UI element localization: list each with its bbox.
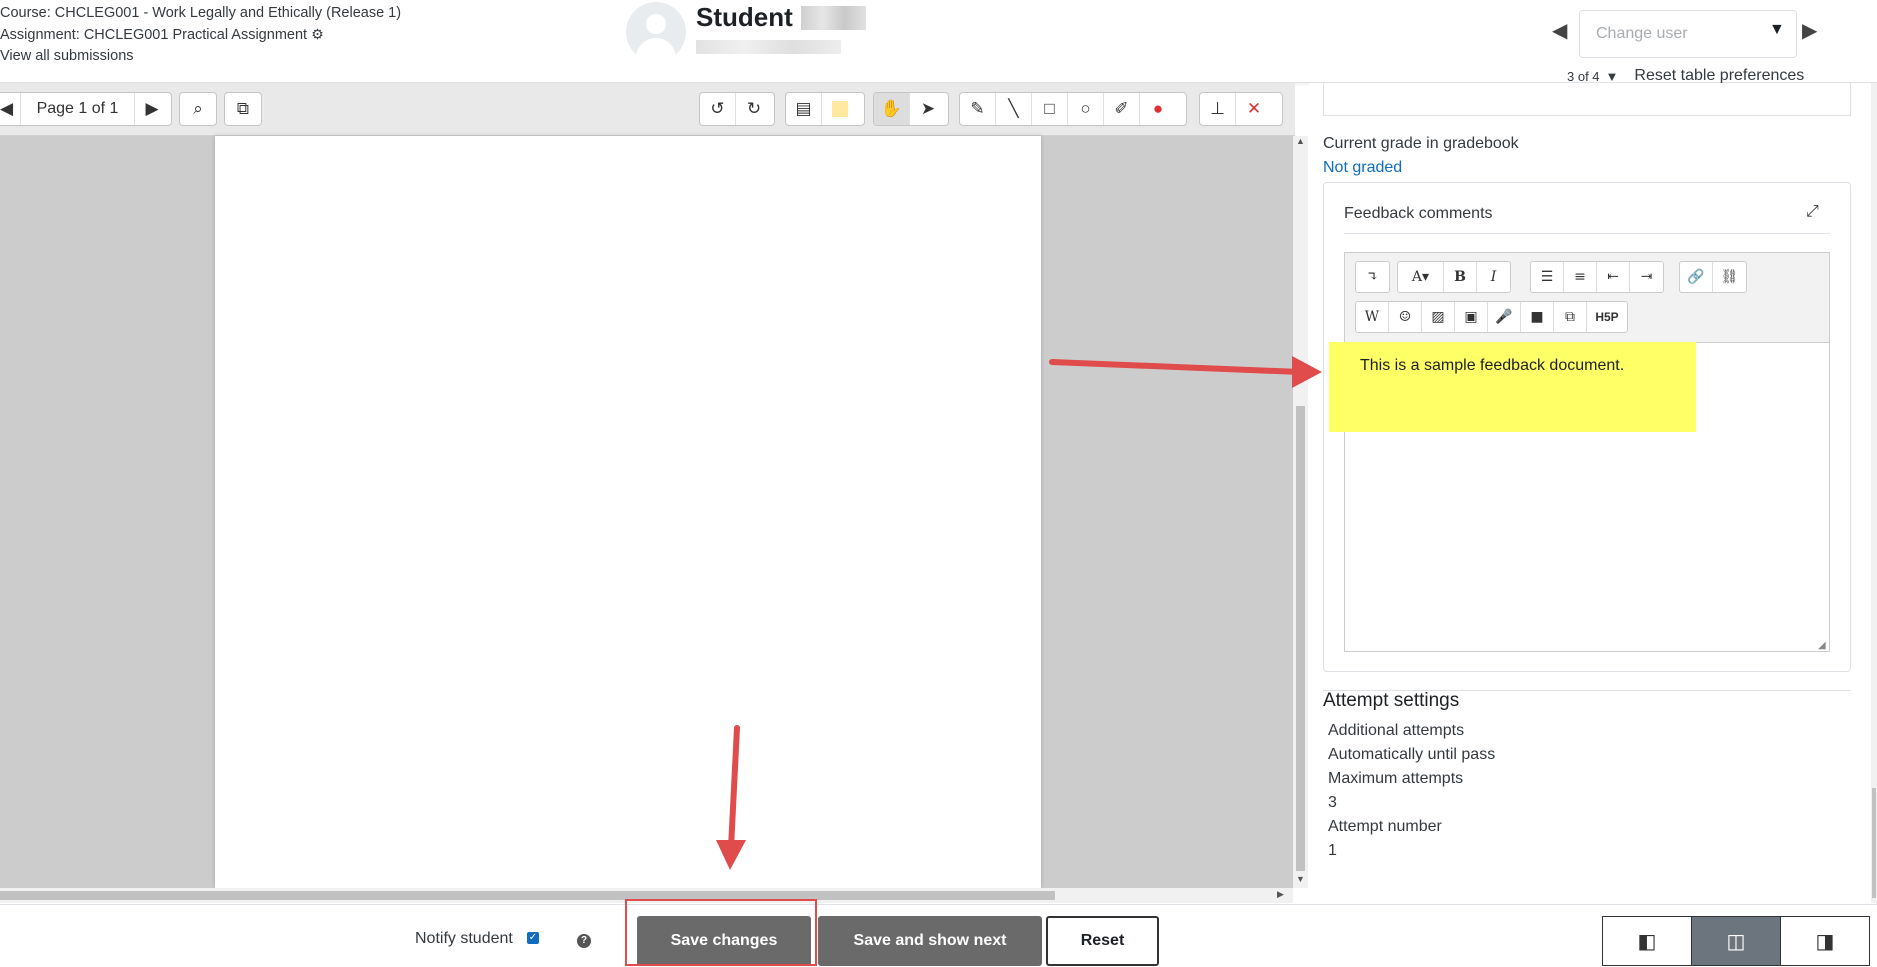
- annotation-arrows: [716, 356, 1322, 870]
- right-arrow: [1049, 356, 1322, 388]
- down-arrow: [716, 725, 746, 870]
